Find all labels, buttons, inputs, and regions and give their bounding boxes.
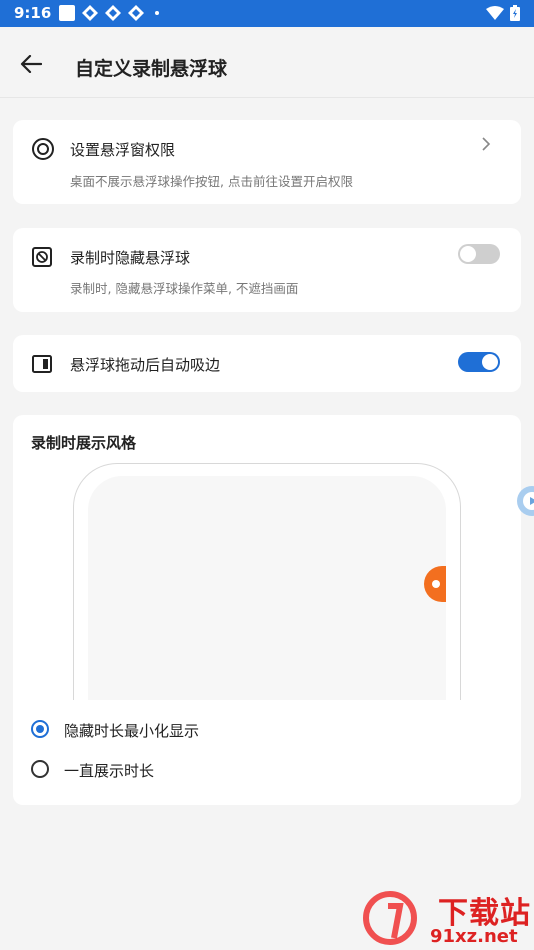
hide-title: 录制时隐藏悬浮球 xyxy=(70,249,191,267)
float-ball-dot xyxy=(432,580,440,588)
floating-window-permission-row[interactable]: 设置悬浮窗权限 桌面不展示悬浮球操作按钮, 点击前往设置开启权限 xyxy=(13,120,521,204)
hide-description: 录制时, 隐藏悬浮球操作菜单, 不遮挡画面 xyxy=(70,281,299,296)
float-ball-preview xyxy=(424,566,446,602)
more-notifications-icon xyxy=(155,11,159,15)
radio-always-show-duration[interactable] xyxy=(31,760,49,778)
phone-preview xyxy=(73,463,461,700)
page-title: 自定义录制悬浮球 xyxy=(75,58,228,80)
radio-minimize-duration[interactable] xyxy=(31,720,49,738)
hide-block-icon xyxy=(32,247,52,267)
system-icons xyxy=(486,5,520,21)
permission-title: 设置悬浮窗权限 xyxy=(70,141,176,159)
snap-title: 悬浮球拖动后自动吸边 xyxy=(70,356,221,374)
auto-snap-row: 悬浮球拖动后自动吸边 xyxy=(13,335,521,392)
battery-icon xyxy=(510,5,520,21)
record-circle-icon xyxy=(32,138,54,160)
display-style-card: 录制时展示风格 隐藏时长最小化显示 一直展示时长 xyxy=(13,415,521,805)
notification-icons xyxy=(59,5,159,21)
option-minimize-label[interactable]: 隐藏时长最小化显示 xyxy=(64,720,199,741)
option-always-show-label[interactable]: 一直展示时长 xyxy=(64,760,154,781)
notification-app-icon xyxy=(128,5,144,21)
notification-app-icon xyxy=(105,5,121,21)
play-icon xyxy=(530,497,534,505)
auto-snap-toggle[interactable] xyxy=(458,352,500,372)
notification-square-icon xyxy=(59,5,75,21)
notification-app-icon xyxy=(82,5,98,21)
chevron-right-icon xyxy=(482,137,491,151)
permission-description: 桌面不展示悬浮球操作按钮, 点击前往设置开启权限 xyxy=(70,174,353,189)
watermark-text-url: 91xz.net xyxy=(430,926,518,947)
status-time: 9:16 xyxy=(14,4,52,22)
status-bar: 9:16 xyxy=(0,0,534,27)
app-header: 自定义录制悬浮球 xyxy=(0,27,534,98)
toggle-knob xyxy=(482,354,498,370)
hide-float-ball-row: 录制时隐藏悬浮球 录制时, 隐藏悬浮球操作菜单, 不遮挡画面 xyxy=(13,228,521,312)
display-style-title: 录制时展示风格 xyxy=(31,434,137,452)
snap-edge-icon xyxy=(32,355,52,373)
hide-float-ball-toggle[interactable] xyxy=(458,244,500,264)
wifi-icon xyxy=(486,6,504,20)
back-arrow-icon[interactable] xyxy=(20,55,42,73)
toggle-knob xyxy=(460,246,476,262)
phone-screen-preview xyxy=(88,476,446,700)
